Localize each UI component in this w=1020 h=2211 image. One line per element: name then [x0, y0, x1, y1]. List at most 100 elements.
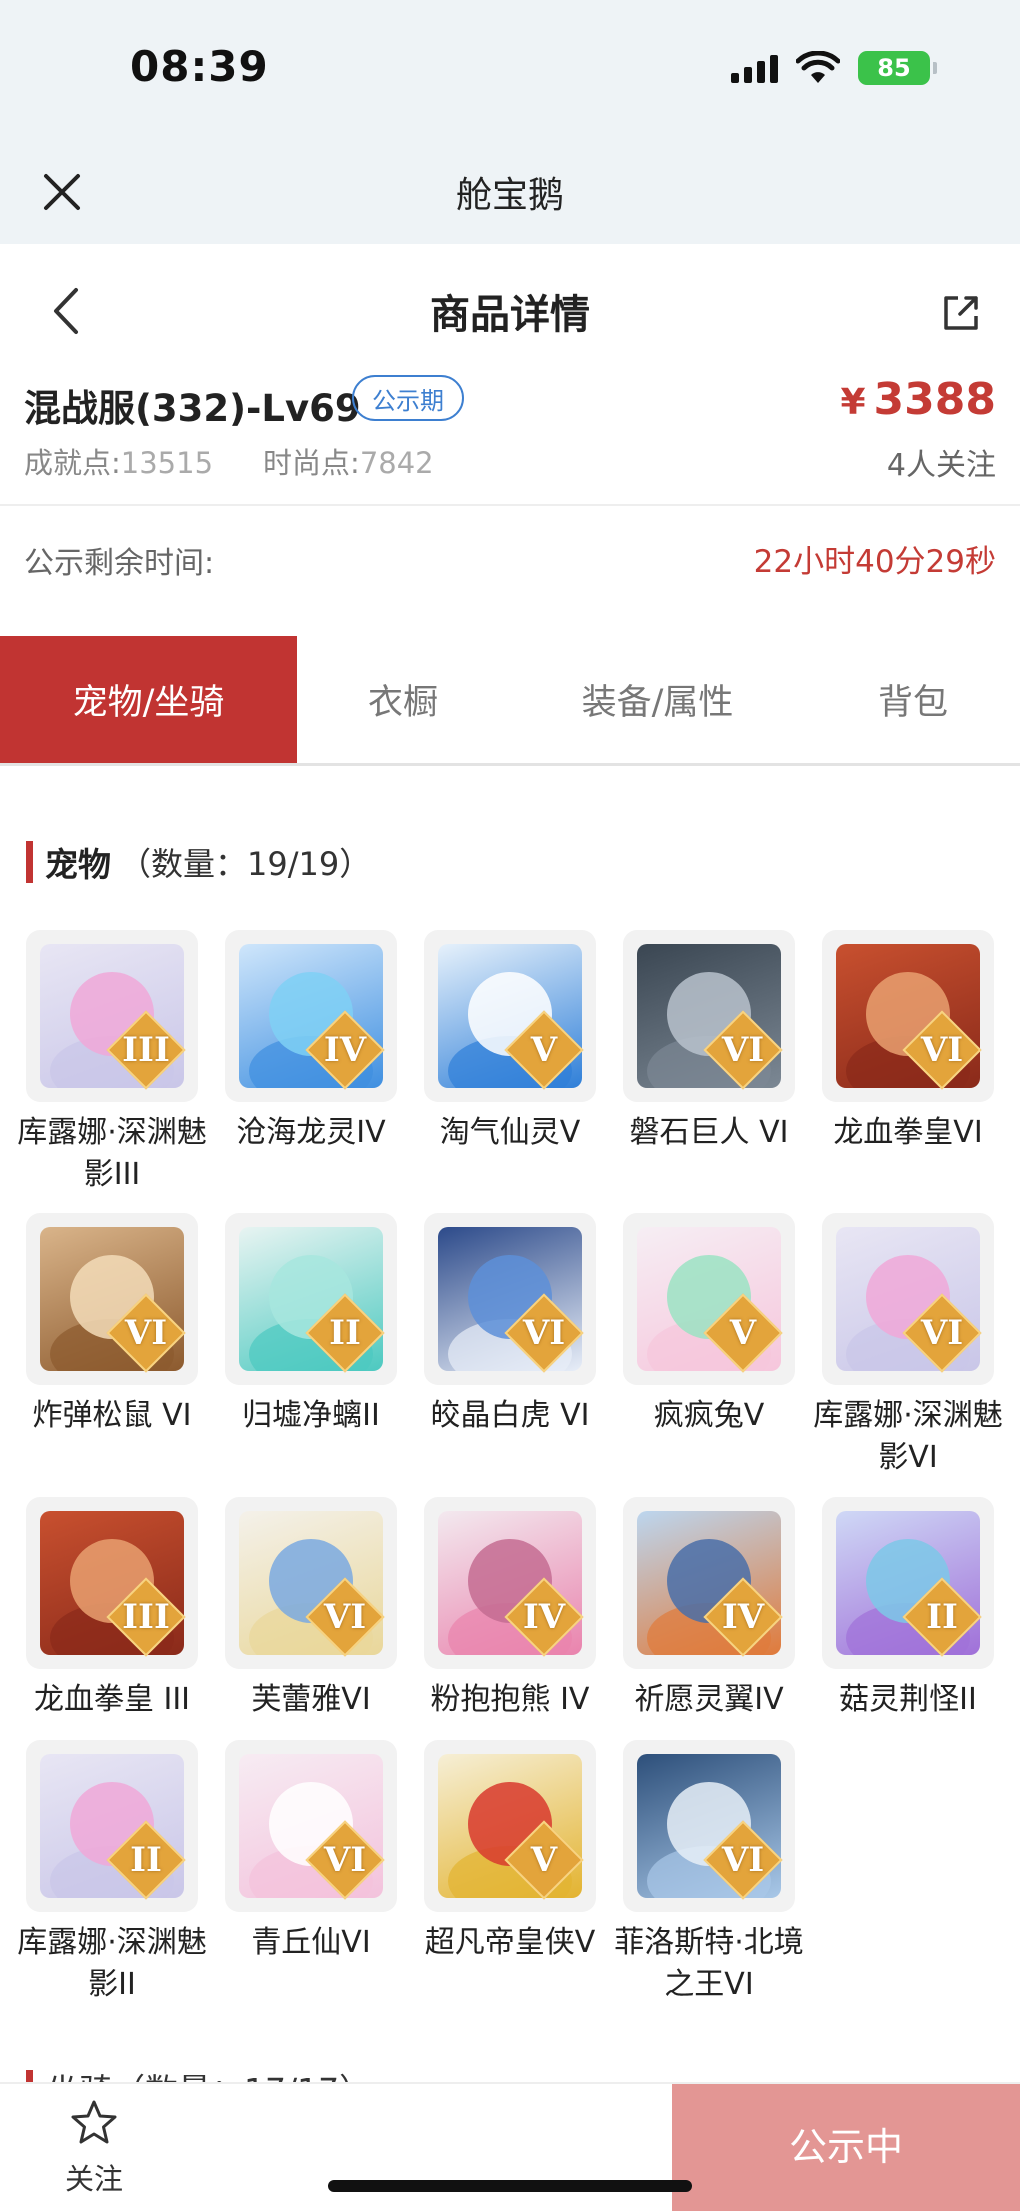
rank-label: II — [130, 1840, 162, 1880]
pet-name: 库露娜·深渊魅影II — [17, 1925, 207, 2002]
tab-pets-mounts[interactable]: 宠物/坐骑 — [0, 636, 297, 763]
pet-name: 龙血拳皇 III — [33, 1682, 191, 1717]
pet-item[interactable]: VI 芙蕾雅VI — [225, 1497, 397, 1721]
share-icon[interactable] — [940, 292, 982, 334]
pet-name: 沧海龙灵IV — [236, 1115, 386, 1150]
pet-name: 菇灵荆怪II — [839, 1682, 977, 1717]
pet-thumbnail: IV — [623, 1497, 795, 1669]
signal-icon — [731, 53, 778, 83]
pet-name: 磐石巨人 VI — [629, 1115, 789, 1150]
pet-thumbnail: II — [26, 1740, 198, 1912]
divider — [0, 504, 1020, 506]
pet-thumbnail: VI — [822, 930, 994, 1102]
rank-label: IV — [522, 1597, 566, 1637]
rank-label: II — [926, 1597, 958, 1637]
pet-thumbnail: IV — [225, 930, 397, 1102]
countdown-value: 22小时40分29秒 — [753, 544, 996, 580]
pet-item[interactable]: VI 磐石巨人 VI — [623, 930, 795, 1154]
countdown-label: 公示剩余时间: — [24, 546, 215, 581]
pet-item[interactable]: III 库露娜·深渊魅影III — [17, 930, 207, 1196]
rank-label: VI — [124, 1313, 168, 1353]
mounts-section-header: 坐骑（数量：17/17） — [26, 2064, 426, 2084]
pet-item[interactable]: III 龙血拳皇 III — [26, 1497, 198, 1721]
pet-item[interactable]: VI 皎晶白虎 VI — [424, 1213, 596, 1437]
status-icons: 85 — [731, 50, 937, 86]
currency-symbol: ¥ — [840, 382, 866, 423]
product-stats: 成就点:13515 时尚点:7842 — [24, 440, 434, 482]
home-indicator — [328, 2180, 692, 2192]
pet-name: 芙蕾雅VI — [251, 1682, 371, 1717]
pet-thumbnail: III — [26, 930, 198, 1102]
pet-name: 超凡帝皇侠V — [424, 1925, 596, 1960]
pet-item[interactable]: V 淘气仙灵V — [424, 930, 596, 1154]
pet-thumbnail: III — [26, 1497, 198, 1669]
section-accent-bar — [26, 841, 33, 883]
pet-name: 库露娜·深渊魅影III — [17, 1115, 207, 1192]
pet-item[interactable]: IV 沧海龙灵IV — [225, 930, 397, 1154]
pet-thumbnail: VI — [623, 1740, 795, 1912]
rank-label: V — [530, 1840, 558, 1880]
countdown-row: 公示剩余时间: 22小时40分29秒 — [0, 530, 1020, 590]
pet-item[interactable]: V 超凡帝皇侠V — [424, 1740, 596, 1964]
pet-item[interactable]: II 库露娜·深渊魅影II — [17, 1740, 207, 2006]
pet-item[interactable]: VI 龙血拳皇VI — [822, 930, 994, 1154]
section-count: （数量：19/19） — [119, 845, 372, 883]
pet-item[interactable]: IV 粉抱抱熊 IV — [424, 1497, 596, 1721]
rank-label: VI — [721, 1030, 765, 1070]
pet-name: 淘气仙灵V — [439, 1115, 581, 1150]
pet-name: 粉抱抱熊 IV — [430, 1682, 590, 1717]
pet-item[interactable]: VI 库露娜·深渊魅影VI — [813, 1213, 1003, 1479]
tab-wardrobe[interactable]: 衣橱 — [297, 636, 509, 763]
pet-item[interactable]: II 归墟净螭II — [225, 1213, 397, 1437]
pet-thumbnail: II — [822, 1497, 994, 1669]
followers-count: 4人关注 — [886, 448, 996, 483]
pet-item[interactable]: VI 菲洛斯特·北境之王VI — [614, 1740, 804, 2006]
pet-thumbnail: V — [424, 1740, 596, 1912]
pet-thumbnail: VI — [822, 1213, 994, 1385]
tab-equipment[interactable]: 装备/属性 — [509, 636, 806, 763]
pet-item[interactable]: VI 青丘仙VI — [225, 1740, 397, 1964]
page-title: 商品详情 — [430, 292, 590, 338]
pet-thumbnail: VI — [225, 1497, 397, 1669]
pet-item[interactable]: V 疯疯兔V — [623, 1213, 795, 1437]
rank-label: V — [530, 1030, 558, 1070]
price: ¥3388 — [840, 374, 996, 425]
product-name: 混战服(332)-Lv69 — [24, 387, 361, 430]
pet-name: 皎晶白虎 VI — [430, 1398, 590, 1433]
pet-name: 疯疯兔V — [653, 1398, 765, 1433]
achievement-value: 13515 — [120, 446, 214, 480]
status-button[interactable]: 公示中 — [672, 2084, 1020, 2211]
tab-bar: 宠物/坐骑 衣橱 装备/属性 背包 — [0, 636, 1020, 766]
pet-name: 库露娜·深渊魅影VI — [813, 1398, 1003, 1475]
pet-thumbnail: VI — [225, 1740, 397, 1912]
pet-thumbnail: V — [623, 1213, 795, 1385]
pet-item[interactable]: IV 祈愿灵翼IV — [623, 1497, 795, 1721]
price-value: 3388 — [873, 374, 996, 425]
pet-thumbnail: VI — [623, 930, 795, 1102]
pet-name: 青丘仙VI — [251, 1925, 371, 1960]
pet-thumbnail: VI — [424, 1213, 596, 1385]
rank-label: VI — [522, 1313, 566, 1353]
rank-label: VI — [920, 1313, 964, 1353]
pet-name: 归墟净螭II — [242, 1398, 380, 1433]
pet-item[interactable]: VI 炸弹松鼠 VI — [26, 1213, 198, 1437]
pet-name: 炸弹松鼠 VI — [32, 1398, 192, 1433]
page-nav: 商品详情 — [0, 244, 1020, 374]
product-summary: 混战服(332)-Lv69 公示期 成就点:13515 时尚点:7842 ¥338… — [0, 374, 1020, 504]
follow-button[interactable]: 关注 — [54, 2098, 134, 2198]
rank-label: V — [729, 1313, 757, 1353]
rank-label: IV — [721, 1597, 765, 1637]
rank-label: VI — [721, 1840, 765, 1880]
rank-label: III — [122, 1597, 170, 1637]
follow-label: 关注 — [64, 2162, 123, 2196]
pet-item[interactable]: II 菇灵荆怪II — [822, 1497, 994, 1721]
pets-section-header: 宠物 （数量：19/19） — [26, 840, 371, 884]
wifi-icon — [796, 51, 840, 83]
status-time: 08:39 — [130, 42, 269, 91]
rank-label: III — [122, 1030, 170, 1070]
section-title: 宠物 — [45, 845, 111, 884]
rank-label: II — [329, 1313, 361, 1353]
rank-label: IV — [323, 1030, 367, 1070]
pet-name: 龙血拳皇VI — [833, 1115, 983, 1150]
tab-backpack[interactable]: 背包 — [806, 636, 1020, 763]
